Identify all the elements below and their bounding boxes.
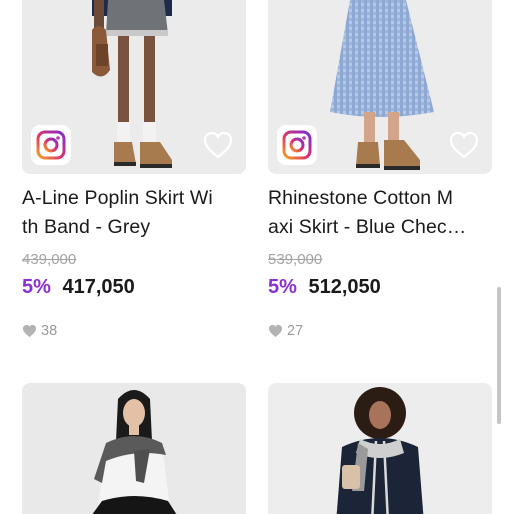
heart-filled-icon: [22, 324, 37, 338]
heart-filled-icon: [268, 324, 283, 338]
product-grid-page: A-Line Poplin Skirt Wi th Band - Grey 43…: [0, 0, 514, 514]
original-price: 539,000: [268, 251, 323, 268]
like-count: 38: [22, 322, 246, 340]
product-card[interactable]: Rhinestone Cotton M axi Skirt - Blue Che…: [268, 0, 492, 340]
product-image[interactable]: [268, 0, 492, 174]
price-row: 5% 417,050: [22, 275, 246, 299]
product-card[interactable]: [22, 383, 246, 514]
like-count: 27: [268, 322, 492, 340]
sale-price: 417,050: [62, 276, 135, 298]
product-name[interactable]: Rhinestone Cotton M axi Skirt - Blue Che…: [268, 184, 492, 242]
product-image[interactable]: [22, 0, 246, 174]
product-name[interactable]: A-Line Poplin Skirt Wi th Band - Grey: [22, 184, 246, 242]
instagram-badge[interactable]: [31, 125, 71, 165]
price-row: 5% 512,050: [268, 275, 492, 299]
like-count-value: 27: [287, 323, 304, 339]
original-price: 439,000: [22, 251, 77, 268]
wishlist-button[interactable]: [448, 130, 480, 160]
instagram-badge[interactable]: [277, 125, 317, 165]
heart-outline-icon: [203, 131, 233, 159]
product-photo: [336, 387, 424, 514]
product-image[interactable]: [22, 383, 246, 514]
product-photo: [92, 390, 177, 514]
instagram-icon: [36, 130, 66, 160]
discount-percent: 5%: [268, 276, 297, 298]
product-image[interactable]: [268, 383, 492, 514]
instagram-icon: [282, 130, 312, 160]
heart-outline-icon: [449, 131, 479, 159]
sale-price: 512,050: [308, 276, 381, 298]
scrollbar[interactable]: [497, 287, 501, 424]
product-card[interactable]: A-Line Poplin Skirt Wi th Band - Grey 43…: [22, 0, 246, 340]
product-card[interactable]: [268, 383, 492, 514]
wishlist-button[interactable]: [202, 130, 234, 160]
discount-percent: 5%: [22, 276, 51, 298]
like-count-value: 38: [41, 323, 58, 339]
